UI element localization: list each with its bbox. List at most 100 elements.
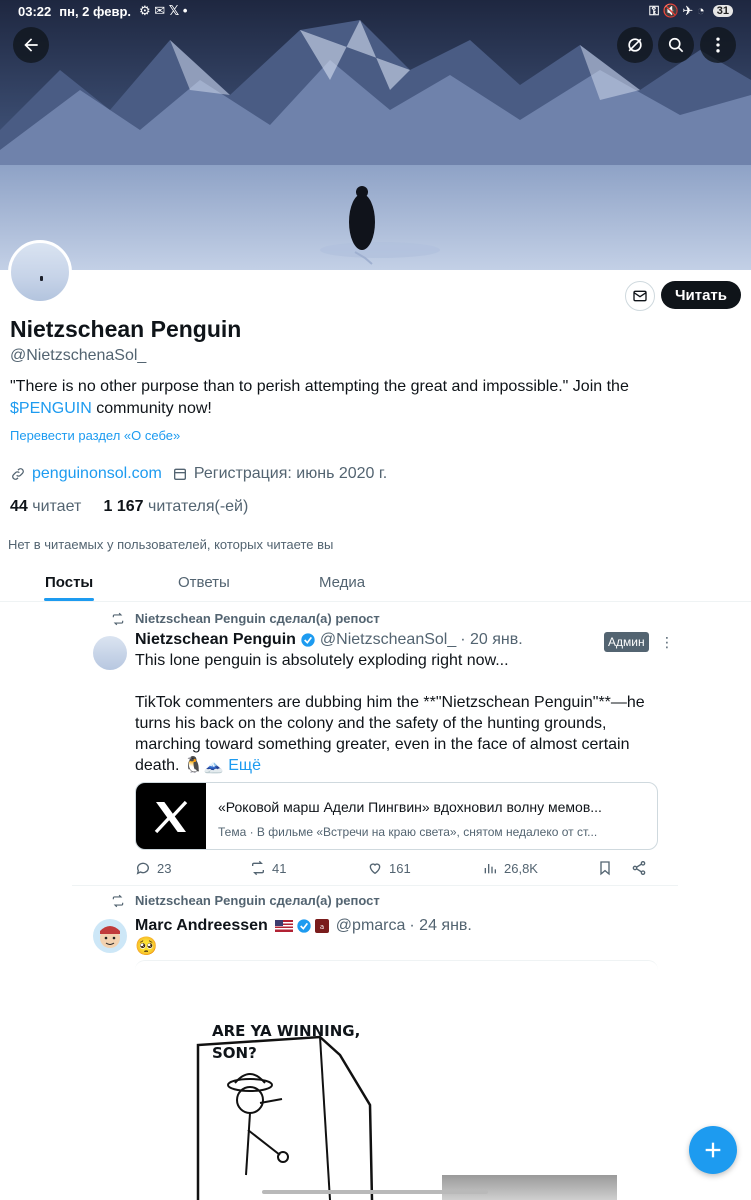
no-data-icon [628, 38, 642, 52]
repost-icon [252, 860, 264, 876]
status-date: пн, 2 февр. [59, 3, 131, 19]
profile-avatar[interactable] [8, 240, 72, 304]
tab-replies[interactable]: Ответы [178, 574, 230, 591]
repost-count: 41 [272, 860, 287, 876]
no-common-followers: Нет в читаемых у пользователей, которых … [8, 537, 334, 552]
bio-cashtag-link[interactable]: $PENGUIN [10, 400, 92, 417]
tweet-author-name[interactable]: Marc Andreessen [135, 917, 268, 935]
tab-posts[interactable]: Посты [45, 574, 93, 591]
repost-icon [112, 894, 124, 907]
data-saver-button[interactable] [617, 27, 653, 63]
meme-caption-line-2: SON? [212, 1044, 257, 1062]
following-link[interactable]: 44 читает [10, 498, 81, 515]
tweet-avatar[interactable] [93, 919, 127, 953]
tweet-author-handle: @pmarca [335, 917, 406, 934]
followers-label: читателя(-ей) [148, 498, 249, 515]
views-button[interactable]: 26,8K [482, 860, 538, 876]
repost-button[interactable]: 41 [250, 860, 286, 876]
profile-meta: penguinonsol.com Регистрация: июнь 2020 … [10, 465, 387, 483]
verified-icon [297, 919, 311, 933]
like-count: 161 [389, 860, 411, 876]
profile-tabs: Посты Ответы Медиа [0, 568, 751, 602]
repost-context[interactable]: Nietzschean Penguin сделал(а) репост [111, 893, 380, 908]
tweet-line-1: This lone penguin is absolutely explodin… [135, 652, 509, 669]
admin-badge: Админ [604, 632, 649, 652]
tweet-text[interactable]: This lone penguin is absolutely explodin… [135, 650, 675, 776]
search-button[interactable] [658, 27, 694, 63]
status-time: 03:22 [18, 3, 52, 19]
view-count: 26,8K [504, 860, 538, 876]
tweet-more-button[interactable]: ⋮ [660, 634, 674, 651]
compose-button[interactable] [689, 1126, 737, 1174]
message-button[interactable] [625, 281, 655, 311]
status-bar: 03:22 пн, 2 февр. ⚙ ✉ 𝕏 • ⚿ 🔇 ✈ ◔ 31 [0, 0, 751, 22]
tweet-text[interactable]: 🥺 [135, 936, 157, 957]
translate-bio-link[interactable]: Перевести раздел «О себе» [10, 428, 180, 443]
tweet-author-handle: @NietzscheanSol_ [319, 631, 457, 648]
calendar-icon [173, 468, 186, 480]
link-card[interactable]: «Роковой марш Адели Пингвин» вдохновил в… [135, 782, 658, 850]
share-button[interactable] [631, 860, 653, 876]
followers-count: 1 167 [103, 498, 144, 515]
card-subtitle: Тема · В фильме «Встречи на краю света»,… [218, 825, 598, 839]
show-more-link[interactable]: Ещё [228, 757, 261, 774]
followers-link[interactable]: 1 167 читателя(-ей) [104, 498, 249, 515]
profile-name: Nietzschean Penguin [10, 316, 242, 342]
website-link[interactable]: penguinonsol.com [32, 465, 162, 483]
affiliate-badge-icon: a [314, 919, 329, 933]
reply-count: 23 [157, 860, 172, 876]
plus-icon [705, 1142, 721, 1158]
battery-indicator: 31 [712, 5, 733, 17]
back-arrow-icon [24, 38, 38, 52]
tweet-author-name[interactable]: Nietzschean Penguin [135, 631, 296, 649]
tweet-avatar[interactable] [93, 636, 127, 670]
search-icon [668, 37, 684, 53]
active-tab-indicator [44, 598, 94, 601]
views-icon [484, 864, 496, 874]
x-logo-icon [136, 783, 206, 849]
notification-icons: ⚙ ✉ 𝕏 • [139, 3, 188, 18]
repost-label: Nietzschean Penguin сделал(а) репост [135, 893, 380, 908]
more-vert-icon [716, 37, 720, 53]
link-icon [12, 468, 24, 480]
repost-icon [112, 612, 124, 625]
reply-icon [136, 862, 149, 875]
repost-label: Nietzschean Penguin сделал(а) репост [135, 611, 380, 626]
tweet-time[interactable]: · 24 янв. [409, 917, 471, 935]
like-icon [369, 863, 381, 875]
card-title: «Роковой марш Адели Пингвин» вдохновил в… [218, 799, 602, 815]
svg-text:a: a [320, 923, 324, 931]
home-indicator[interactable] [262, 1190, 488, 1194]
tweet-header: Nietzschean Penguin @NietzscheanSol_ · 2… [135, 631, 523, 649]
reply-button[interactable]: 23 [135, 860, 171, 876]
meme-caption-line-1: ARE YA WINNING, [212, 1022, 361, 1040]
media-thumbnail[interactable] [442, 1175, 617, 1200]
bookmark-icon [600, 861, 610, 876]
bookmark-button[interactable] [597, 860, 619, 876]
following-count: 44 [10, 498, 28, 515]
like-button[interactable]: 161 [367, 860, 411, 876]
bio-text: "There is no other purpose than to peris… [10, 378, 629, 395]
following-label: читает [32, 498, 82, 515]
tweet-time[interactable]: · 20 янв. [460, 631, 522, 649]
back-button[interactable] [13, 27, 49, 63]
follow-button[interactable]: Читать [661, 281, 741, 309]
follow-counts: 44 читает 1 167 читателя(-ей) [10, 498, 248, 516]
profile-handle: @NietzschenaSol_ [10, 347, 147, 364]
more-options-button[interactable] [700, 27, 736, 63]
cartoon-avatar-icon [100, 926, 120, 948]
tweet-actions: 23 41 161 26,8K [135, 860, 655, 880]
share-icon [632, 861, 646, 875]
profile-bio: "There is no other purpose than to peris… [10, 376, 690, 420]
tweet-header: Marc Andreessen a @pmarca · 24 янв. [135, 917, 472, 935]
join-date: Регистрация: июнь 2020 г. [193, 465, 388, 482]
us-flag-icon [274, 920, 293, 932]
mail-icon [633, 290, 647, 302]
tab-media[interactable]: Медиа [319, 574, 365, 591]
verified-icon [301, 633, 315, 647]
signal-icons: ⚿ 🔇 ✈ ◔ [649, 3, 705, 18]
repost-context[interactable]: Nietzschean Penguin сделал(а) репост [111, 611, 380, 626]
tweet-divider [72, 885, 678, 886]
avatar-penguin [40, 276, 43, 281]
meme-caption: ARE YA WINNING, SON? [212, 1020, 360, 1064]
